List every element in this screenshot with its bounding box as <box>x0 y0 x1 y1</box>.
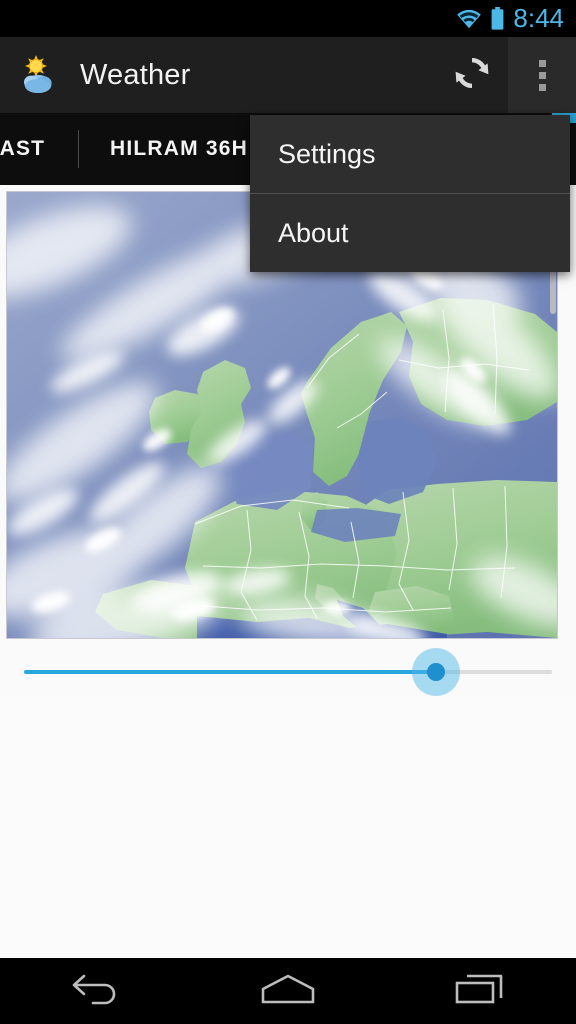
tab-hilram-36h[interactable]: HILRAM 36H <box>79 113 279 185</box>
overflow-menu: Settings About <box>250 115 570 272</box>
slider-thumb[interactable] <box>426 663 445 681</box>
home-icon <box>259 972 317 1011</box>
home-button[interactable] <box>228 958 348 1024</box>
slider-track[interactable] <box>24 648 552 696</box>
refresh-button[interactable] <box>436 37 508 113</box>
overflow-dot-3 <box>538 83 546 91</box>
refresh-icon <box>451 52 493 99</box>
overflow-menu-icon <box>538 59 546 67</box>
content-area <box>0 696 576 958</box>
menu-item-about[interactable]: About <box>250 194 570 272</box>
slider-fill <box>24 670 436 674</box>
overflow-menu-button[interactable] <box>508 37 576 113</box>
phone-screen: 8:44 Weather AST HILRAM 36H Settings Abo… <box>0 0 576 1024</box>
wifi-icon <box>456 9 482 29</box>
back-icon <box>69 972 123 1011</box>
navigation-bar <box>0 958 576 1024</box>
back-button[interactable] <box>36 958 156 1024</box>
page-title: Weather <box>80 58 191 91</box>
recents-button[interactable] <box>420 958 540 1024</box>
sun-cloud-icon <box>16 53 64 97</box>
time-slider[interactable] <box>0 648 576 696</box>
menu-item-settings[interactable]: Settings <box>250 115 570 193</box>
status-bar: 8:44 <box>0 0 576 37</box>
recents-icon <box>453 972 507 1011</box>
status-time: 8:44 <box>513 2 564 33</box>
action-bar: Weather <box>0 37 576 113</box>
overflow-dot-2 <box>538 71 546 79</box>
battery-icon <box>491 7 504 30</box>
tab-forecast[interactable]: ECAST <box>0 113 78 185</box>
